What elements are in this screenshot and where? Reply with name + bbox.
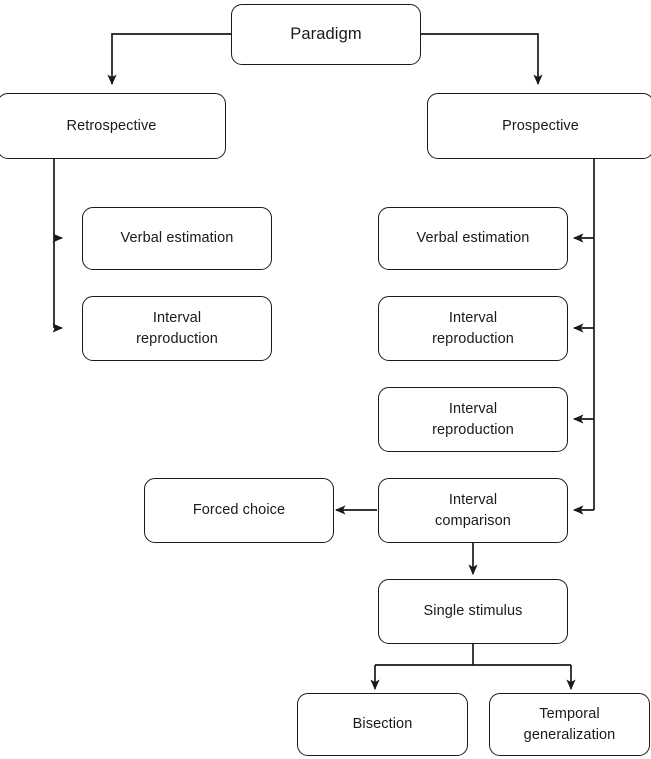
node-prospective-interval-comparison[interactable]: Interval comparison	[378, 478, 568, 543]
node-single-stimulus-label: Single stimulus	[423, 603, 523, 620]
node-prospective-interval-comparison-label: Interval comparison	[435, 491, 511, 529]
node-paradigm[interactable]: Paradigm	[231, 4, 421, 65]
node-prospective-interval-reproduction-2[interactable]: Interval reproduction	[378, 387, 568, 452]
node-prospective-interval-reproduction-1-label: Interval reproduction	[432, 309, 514, 347]
node-retrospective-verbal-estimation-label: Verbal estimation	[120, 230, 234, 247]
node-retrospective-interval-reproduction[interactable]: Interval reproduction	[82, 296, 272, 361]
edge-paradigm-retrospective	[107, 33, 231, 86]
flowchart-canvas: Paradigm Retrospective Prospective Verba…	[0, 0, 651, 759]
node-prospective-verbal-estimation[interactable]: Verbal estimation	[378, 207, 568, 270]
node-prospective-interval-reproduction-2-label: Interval reproduction	[432, 400, 514, 438]
node-retrospective-label: Retrospective	[66, 117, 157, 134]
node-bisection[interactable]: Bisection	[297, 693, 468, 756]
node-retrospective-verbal-estimation[interactable]: Verbal estimation	[82, 207, 272, 270]
node-prospective-verbal-estimation-label: Verbal estimation	[416, 230, 530, 247]
node-paradigm-label: Paradigm	[290, 24, 362, 43]
node-prospective-label: Prospective	[502, 117, 579, 134]
node-prospective[interactable]: Prospective	[427, 93, 651, 159]
node-prospective-interval-reproduction-1[interactable]: Interval reproduction	[378, 296, 568, 361]
node-temporal-generalization[interactable]: Temporal generalization	[489, 693, 650, 756]
node-retrospective-interval-reproduction-label: Interval reproduction	[136, 309, 218, 347]
node-forced-choice[interactable]: Forced choice	[144, 478, 334, 543]
node-temporal-generalization-label: Temporal generalization	[523, 705, 616, 743]
node-forced-choice-label: Forced choice	[192, 502, 286, 519]
node-retrospective[interactable]: Retrospective	[0, 93, 226, 159]
node-bisection-label: Bisection	[352, 716, 413, 733]
edge-paradigm-prospective	[421, 33, 543, 86]
node-single-stimulus[interactable]: Single stimulus	[378, 579, 568, 644]
